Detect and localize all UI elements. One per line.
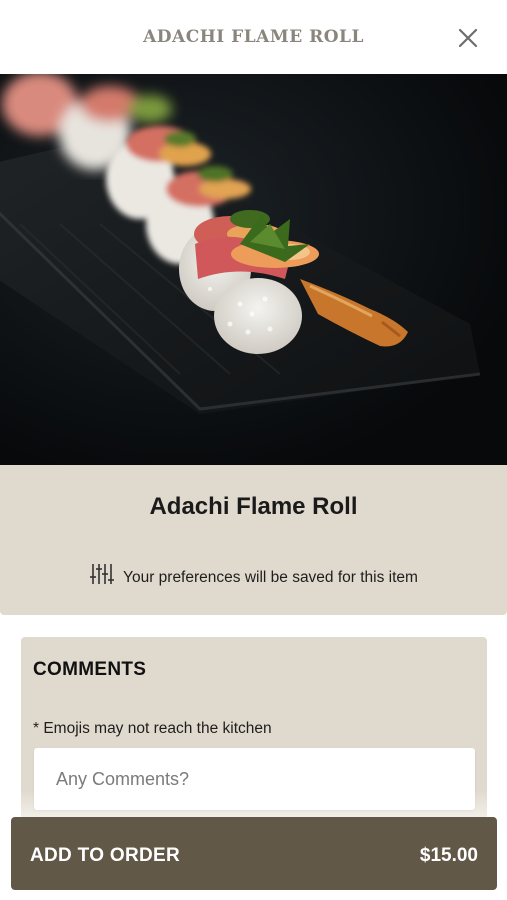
modal-header: ADACHI FLAME ROLL xyxy=(0,0,507,74)
item-name: Adachi Flame Roll xyxy=(149,493,358,520)
add-to-order-label: ADD TO ORDER xyxy=(30,845,180,866)
order-price: $15.00 xyxy=(419,845,478,866)
comments-heading: COMMENTS xyxy=(33,659,147,680)
add-to-order-button[interactable]: ADD TO ORDER $15.00 xyxy=(11,817,497,890)
preferences-note: Your preferences will be saved for this … xyxy=(0,562,507,587)
item-info-card: Adachi Flame Roll Your preferences will … xyxy=(0,465,507,615)
close-icon xyxy=(458,28,478,48)
comments-note: * Emojis may not reach the kitchen xyxy=(33,720,272,737)
close-button[interactable] xyxy=(452,22,484,54)
sliders-icon xyxy=(90,564,115,584)
modal-title: ADACHI FLAME ROLL xyxy=(143,27,364,47)
preferences-text: Your preferences will be saved for this … xyxy=(123,569,418,586)
item-photo xyxy=(0,74,507,465)
